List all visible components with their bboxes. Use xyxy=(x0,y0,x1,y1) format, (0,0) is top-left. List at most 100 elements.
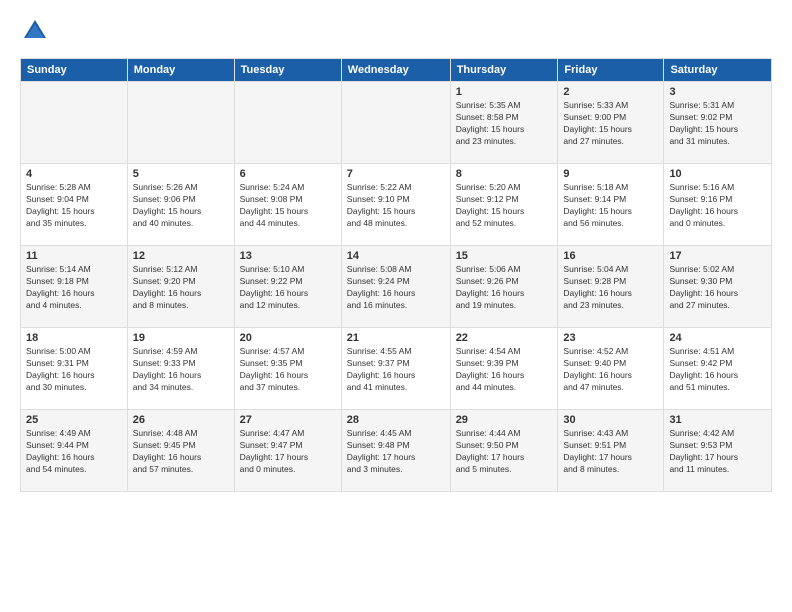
calendar-cell: 22 Sunrise: 4:54 AM Sunset: 9:39 PM Dayli… xyxy=(450,328,558,410)
day-number: 13 xyxy=(240,250,336,262)
calendar-cell: 11Sunrise: 5:14 AM Sunset: 9:18 PM Dayli… xyxy=(21,246,128,328)
page: SundayMondayTuesdayWednesdayThursdayFrid… xyxy=(0,0,792,612)
calendar-cell: 3 Sunrise: 5:31 AM Sunset: 9:02 PM Daylig… xyxy=(664,82,772,164)
day-number: 5 xyxy=(133,168,229,180)
day-number: 31 xyxy=(669,414,766,426)
calendar-week-1: 1 Sunrise: 5:35 AM Sunset: 8:58 PM Daylig… xyxy=(21,82,772,164)
calendar-cell: 17 Sunrise: 5:02 AM Sunset: 9:30 PM Dayli… xyxy=(664,246,772,328)
day-number: 17 xyxy=(669,250,766,262)
day-info: Sunrise: 5:20 AM Sunset: 9:12 PM Dayligh… xyxy=(456,182,553,230)
day-info: Sunrise: 5:16 AM Sunset: 9:16 PM Dayligh… xyxy=(669,182,766,230)
logo xyxy=(20,16,54,46)
day-number: 22 xyxy=(456,332,553,344)
day-info: Sunrise: 4:45 AM Sunset: 9:48 PM Dayligh… xyxy=(347,428,445,476)
day-number: 16 xyxy=(563,250,658,262)
day-info: Sunrise: 4:44 AM Sunset: 9:50 PM Dayligh… xyxy=(456,428,553,476)
day-info: Sunrise: 5:10 AM Sunset: 9:22 PM Dayligh… xyxy=(240,264,336,312)
day-number: 18 xyxy=(26,332,122,344)
calendar-cell: 28 Sunrise: 4:45 AM Sunset: 9:48 PM Dayli… xyxy=(341,410,450,492)
calendar-week-3: 11Sunrise: 5:14 AM Sunset: 9:18 PM Dayli… xyxy=(21,246,772,328)
calendar-body: 1 Sunrise: 5:35 AM Sunset: 8:58 PM Daylig… xyxy=(21,82,772,492)
calendar-cell: 12Sunrise: 5:12 AM Sunset: 9:20 PM Dayli… xyxy=(127,246,234,328)
logo-icon xyxy=(20,16,50,46)
calendar-cell: 5 Sunrise: 5:26 AM Sunset: 9:06 PM Daylig… xyxy=(127,164,234,246)
weekday-row: SundayMondayTuesdayWednesdayThursdayFrid… xyxy=(21,59,772,82)
day-number: 28 xyxy=(347,414,445,426)
day-number: 20 xyxy=(240,332,336,344)
day-info: Sunrise: 4:43 AM Sunset: 9:51 PM Dayligh… xyxy=(563,428,658,476)
day-info: Sunrise: 5:22 AM Sunset: 9:10 PM Dayligh… xyxy=(347,182,445,230)
day-info: Sunrise: 4:57 AM Sunset: 9:35 PM Dayligh… xyxy=(240,346,336,394)
day-info: Sunrise: 5:26 AM Sunset: 9:06 PM Dayligh… xyxy=(133,182,229,230)
calendar-week-5: 25 Sunrise: 4:49 AM Sunset: 9:44 PM Dayli… xyxy=(21,410,772,492)
calendar-cell: 23 Sunrise: 4:52 AM Sunset: 9:40 PM Dayli… xyxy=(558,328,664,410)
day-info: Sunrise: 4:52 AM Sunset: 9:40 PM Dayligh… xyxy=(563,346,658,394)
day-number: 19 xyxy=(133,332,229,344)
day-info: Sunrise: 4:55 AM Sunset: 9:37 PM Dayligh… xyxy=(347,346,445,394)
day-info: Sunrise: 5:08 AM Sunset: 9:24 PM Dayligh… xyxy=(347,264,445,312)
calendar-cell: 27Sunrise: 4:47 AM Sunset: 9:47 PM Dayli… xyxy=(234,410,341,492)
calendar-cell: 25 Sunrise: 4:49 AM Sunset: 9:44 PM Dayli… xyxy=(21,410,128,492)
day-number: 24 xyxy=(669,332,766,344)
day-info: Sunrise: 5:24 AM Sunset: 9:08 PM Dayligh… xyxy=(240,182,336,230)
calendar-cell: 7 Sunrise: 5:22 AM Sunset: 9:10 PM Daylig… xyxy=(341,164,450,246)
day-info: Sunrise: 5:18 AM Sunset: 9:14 PM Dayligh… xyxy=(563,182,658,230)
calendar-cell: 10 Sunrise: 5:16 AM Sunset: 9:16 PM Dayli… xyxy=(664,164,772,246)
day-number: 3 xyxy=(669,86,766,98)
day-number: 1 xyxy=(456,86,553,98)
weekday-header-monday: Monday xyxy=(127,59,234,82)
day-number: 9 xyxy=(563,168,658,180)
calendar-table: SundayMondayTuesdayWednesdayThursdayFrid… xyxy=(20,58,772,492)
day-number: 15 xyxy=(456,250,553,262)
calendar-cell: 26 Sunrise: 4:48 AM Sunset: 9:45 PM Dayli… xyxy=(127,410,234,492)
day-number: 25 xyxy=(26,414,122,426)
day-number: 29 xyxy=(456,414,553,426)
calendar-cell: 4 Sunrise: 5:28 AM Sunset: 9:04 PM Daylig… xyxy=(21,164,128,246)
calendar-cell: 9 Sunrise: 5:18 AM Sunset: 9:14 PM Daylig… xyxy=(558,164,664,246)
day-info: Sunrise: 5:28 AM Sunset: 9:04 PM Dayligh… xyxy=(26,182,122,230)
day-number: 8 xyxy=(456,168,553,180)
calendar-header: SundayMondayTuesdayWednesdayThursdayFrid… xyxy=(21,59,772,82)
day-number: 14 xyxy=(347,250,445,262)
day-number: 23 xyxy=(563,332,658,344)
calendar-cell: 24Sunrise: 4:51 AM Sunset: 9:42 PM Dayli… xyxy=(664,328,772,410)
header xyxy=(20,16,772,46)
day-number: 10 xyxy=(669,168,766,180)
day-info: Sunrise: 4:47 AM Sunset: 9:47 PM Dayligh… xyxy=(240,428,336,476)
calendar-cell: 1 Sunrise: 5:35 AM Sunset: 8:58 PM Daylig… xyxy=(450,82,558,164)
calendar-week-4: 18 Sunrise: 5:00 AM Sunset: 9:31 PM Dayli… xyxy=(21,328,772,410)
calendar-cell: 6 Sunrise: 5:24 AM Sunset: 9:08 PM Daylig… xyxy=(234,164,341,246)
day-number: 4 xyxy=(26,168,122,180)
calendar-cell xyxy=(234,82,341,164)
day-number: 21 xyxy=(347,332,445,344)
calendar-cell: 16Sunrise: 5:04 AM Sunset: 9:28 PM Dayli… xyxy=(558,246,664,328)
calendar-cell: 20 Sunrise: 4:57 AM Sunset: 9:35 PM Dayli… xyxy=(234,328,341,410)
day-number: 26 xyxy=(133,414,229,426)
weekday-header-friday: Friday xyxy=(558,59,664,82)
calendar-cell: 14 Sunrise: 5:08 AM Sunset: 9:24 PM Dayli… xyxy=(341,246,450,328)
calendar-cell xyxy=(127,82,234,164)
calendar-cell: 21 Sunrise: 4:55 AM Sunset: 9:37 PM Dayli… xyxy=(341,328,450,410)
day-info: Sunrise: 4:49 AM Sunset: 9:44 PM Dayligh… xyxy=(26,428,122,476)
day-info: Sunrise: 5:12 AM Sunset: 9:20 PM Dayligh… xyxy=(133,264,229,312)
calendar-cell xyxy=(21,82,128,164)
day-info: Sunrise: 5:00 AM Sunset: 9:31 PM Dayligh… xyxy=(26,346,122,394)
day-number: 2 xyxy=(563,86,658,98)
day-info: Sunrise: 5:35 AM Sunset: 8:58 PM Dayligh… xyxy=(456,100,553,148)
day-info: Sunrise: 5:31 AM Sunset: 9:02 PM Dayligh… xyxy=(669,100,766,148)
calendar-cell: 2 Sunrise: 5:33 AM Sunset: 9:00 PM Daylig… xyxy=(558,82,664,164)
day-info: Sunrise: 4:48 AM Sunset: 9:45 PM Dayligh… xyxy=(133,428,229,476)
calendar-cell: 19Sunrise: 4:59 AM Sunset: 9:33 PM Dayli… xyxy=(127,328,234,410)
day-info: Sunrise: 4:54 AM Sunset: 9:39 PM Dayligh… xyxy=(456,346,553,394)
day-info: Sunrise: 5:33 AM Sunset: 9:00 PM Dayligh… xyxy=(563,100,658,148)
calendar-cell: 30Sunrise: 4:43 AM Sunset: 9:51 PM Dayli… xyxy=(558,410,664,492)
day-number: 7 xyxy=(347,168,445,180)
day-info: Sunrise: 5:02 AM Sunset: 9:30 PM Dayligh… xyxy=(669,264,766,312)
day-info: Sunrise: 5:14 AM Sunset: 9:18 PM Dayligh… xyxy=(26,264,122,312)
calendar-cell: 29 Sunrise: 4:44 AM Sunset: 9:50 PM Dayli… xyxy=(450,410,558,492)
day-number: 6 xyxy=(240,168,336,180)
calendar-week-2: 4 Sunrise: 5:28 AM Sunset: 9:04 PM Daylig… xyxy=(21,164,772,246)
weekday-header-wednesday: Wednesday xyxy=(341,59,450,82)
day-info: Sunrise: 5:06 AM Sunset: 9:26 PM Dayligh… xyxy=(456,264,553,312)
calendar-cell: 31Sunrise: 4:42 AM Sunset: 9:53 PM Dayli… xyxy=(664,410,772,492)
